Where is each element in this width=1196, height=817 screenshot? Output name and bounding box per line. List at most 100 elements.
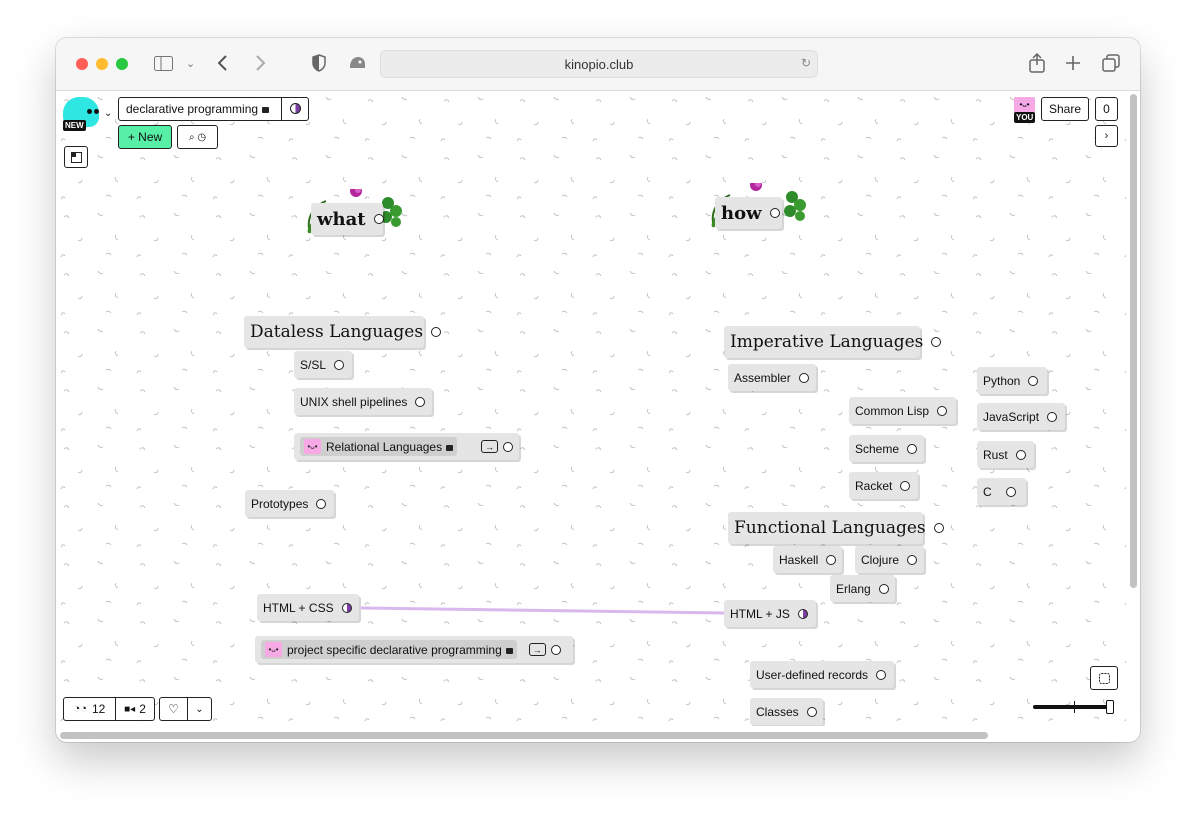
connector-icon[interactable] bbox=[876, 669, 887, 680]
you-avatar[interactable]: •ᴗ• YOU bbox=[1014, 97, 1036, 123]
maximize-window-button[interactable] bbox=[116, 58, 128, 70]
open-link-icon[interactable]: → bbox=[528, 643, 546, 656]
connector-icon[interactable] bbox=[937, 405, 948, 416]
notifications-button[interactable]: 0 bbox=[1095, 97, 1118, 121]
connector-icon[interactable] bbox=[341, 602, 352, 613]
heading-card-what[interactable]: what bbox=[311, 203, 384, 235]
card-user-defined-records[interactable]: User-defined records bbox=[750, 661, 894, 688]
connector-icon[interactable] bbox=[334, 359, 345, 370]
card-erlang[interactable]: Erlang bbox=[830, 575, 895, 602]
card-javascript[interactable]: JavaScript bbox=[977, 403, 1065, 430]
new-tab-icon[interactable] bbox=[1065, 55, 1081, 75]
connector-icon[interactable] bbox=[907, 443, 918, 454]
card-clojure[interactable]: Clojure bbox=[855, 546, 924, 573]
user-avatar[interactable]: NEW bbox=[63, 95, 103, 131]
connector-icon[interactable] bbox=[826, 554, 837, 565]
zoom-slider-handle[interactable] bbox=[1106, 700, 1114, 714]
connector-icon[interactable] bbox=[550, 644, 561, 655]
connector-icon[interactable] bbox=[1015, 449, 1026, 460]
tab-overview-icon[interactable] bbox=[1102, 54, 1120, 76]
card-unix-shell-pipelines[interactable]: UNIX shell pipelines bbox=[294, 388, 432, 415]
close-window-button[interactable] bbox=[76, 58, 88, 70]
card-label: Assembler bbox=[734, 370, 791, 385]
forward-arrow-icon[interactable] bbox=[255, 55, 266, 75]
card-label: Python bbox=[983, 373, 1021, 388]
open-link-icon[interactable]: → bbox=[481, 440, 499, 453]
card-rust[interactable]: Rust bbox=[977, 441, 1034, 468]
card-prototypes[interactable]: Prototypes bbox=[245, 490, 334, 517]
connector-icon[interactable] bbox=[933, 523, 944, 533]
connector-icon[interactable] bbox=[907, 554, 918, 565]
chevron-down-icon[interactable]: ⌄ bbox=[104, 106, 112, 122]
card-label: HTML + CSS bbox=[263, 600, 334, 615]
card-python[interactable]: Python bbox=[977, 367, 1047, 394]
card-label: Dataless Languages bbox=[250, 322, 424, 342]
connector-icon[interactable] bbox=[373, 214, 384, 224]
card-assembler[interactable]: Assembler bbox=[728, 364, 816, 391]
sidebar-panel-button[interactable] bbox=[64, 146, 88, 168]
chevron-down-icon[interactable]: ⌄ bbox=[186, 56, 195, 72]
card-label: project specific declarative programming bbox=[287, 642, 502, 657]
connector-icon[interactable] bbox=[503, 441, 514, 452]
space-link-tag[interactable]: •ᴗ• Relational Languages bbox=[300, 437, 458, 456]
space-name-button[interactable]: declarative programming bbox=[118, 97, 309, 121]
card-haskell[interactable]: Haskell bbox=[773, 546, 842, 573]
new-card-button[interactable]: + New bbox=[118, 125, 172, 149]
card-relational-languages[interactable]: •ᴗ• Relational Languages → bbox=[294, 433, 519, 460]
camera-icon: ■◂ bbox=[124, 703, 136, 715]
card-classes[interactable]: Classes bbox=[750, 698, 823, 725]
vertical-scrollbar[interactable] bbox=[1130, 94, 1137, 588]
card-imperative-languages[interactable]: Imperative Languages bbox=[724, 326, 942, 358]
extension-icon[interactable] bbox=[348, 55, 366, 75]
heart-icon[interactable]: ♡ bbox=[159, 697, 188, 721]
share-button[interactable]: Share bbox=[1041, 97, 1089, 121]
sidebar-toggle-icon[interactable] bbox=[154, 56, 173, 75]
zoom-slider[interactable] bbox=[1033, 700, 1114, 714]
card-functional-languages[interactable]: Functional Languages bbox=[728, 512, 944, 544]
card-html-css[interactable]: HTML + CSS bbox=[257, 594, 359, 621]
card-label: Scheme bbox=[855, 441, 900, 456]
user-face-icon: •ᴗ• bbox=[265, 642, 282, 657]
card-ssl[interactable]: S/SL bbox=[294, 351, 352, 378]
connector-icon[interactable] bbox=[900, 480, 911, 491]
readers-button[interactable]: ◔◔ 12 bbox=[63, 697, 116, 721]
card-label: Rust bbox=[983, 447, 1008, 462]
connector-icon[interactable] bbox=[1028, 375, 1039, 386]
card-label: Racket bbox=[855, 478, 893, 493]
card-label: Functional Languages bbox=[734, 518, 926, 538]
theme-toggle-icon[interactable] bbox=[290, 103, 301, 114]
background-pattern bbox=[56, 91, 1126, 726]
card-racket[interactable]: Racket bbox=[849, 472, 918, 499]
minimize-window-button[interactable] bbox=[96, 58, 108, 70]
reload-icon[interactable]: ↻ bbox=[801, 56, 811, 70]
card-html-js[interactable]: HTML + JS bbox=[724, 600, 816, 627]
connector-icon[interactable] bbox=[798, 372, 809, 383]
chevron-right-icon[interactable]: › bbox=[1095, 125, 1118, 147]
shield-icon[interactable] bbox=[312, 54, 326, 76]
card-label: S/SL bbox=[300, 357, 327, 372]
connector-icon[interactable] bbox=[1047, 411, 1058, 422]
card-dataless-languages[interactable]: Dataless Languages bbox=[244, 316, 442, 348]
share-icon[interactable] bbox=[1029, 52, 1045, 77]
connector-icon[interactable] bbox=[806, 706, 817, 717]
address-bar[interactable]: kinopio.club ↻ bbox=[380, 50, 818, 78]
connector-icon[interactable] bbox=[316, 498, 327, 509]
card-scheme[interactable]: Scheme bbox=[849, 435, 924, 462]
search-history-button[interactable]: ⌕ ◷ bbox=[177, 125, 218, 149]
connector-icon[interactable] bbox=[878, 583, 889, 594]
connector-icon[interactable] bbox=[415, 396, 426, 407]
connector-icon[interactable] bbox=[769, 208, 780, 218]
card-common-lisp[interactable]: Common Lisp bbox=[849, 397, 956, 424]
horizontal-scrollbar[interactable] bbox=[60, 732, 988, 739]
space-canvas[interactable]: NEW ⌄ declarative programming + New ⌕ ◷ … bbox=[56, 91, 1126, 726]
chevron-down-icon[interactable]: ⌄ bbox=[187, 697, 212, 721]
collaborators-button[interactable]: ■◂ 2 bbox=[115, 697, 155, 721]
space-link-tag[interactable]: •ᴗ• project specific declarative program… bbox=[261, 640, 517, 659]
card-project-specific[interactable]: •ᴗ• project specific declarative program… bbox=[255, 636, 573, 663]
back-arrow-icon[interactable] bbox=[217, 55, 228, 75]
connector-icon[interactable] bbox=[1005, 486, 1016, 497]
connector-icon[interactable] bbox=[797, 608, 808, 619]
card-c[interactable]: C bbox=[977, 478, 1026, 505]
select-all-button[interactable] bbox=[1090, 666, 1118, 690]
heading-card-how[interactable]: how bbox=[715, 197, 782, 229]
